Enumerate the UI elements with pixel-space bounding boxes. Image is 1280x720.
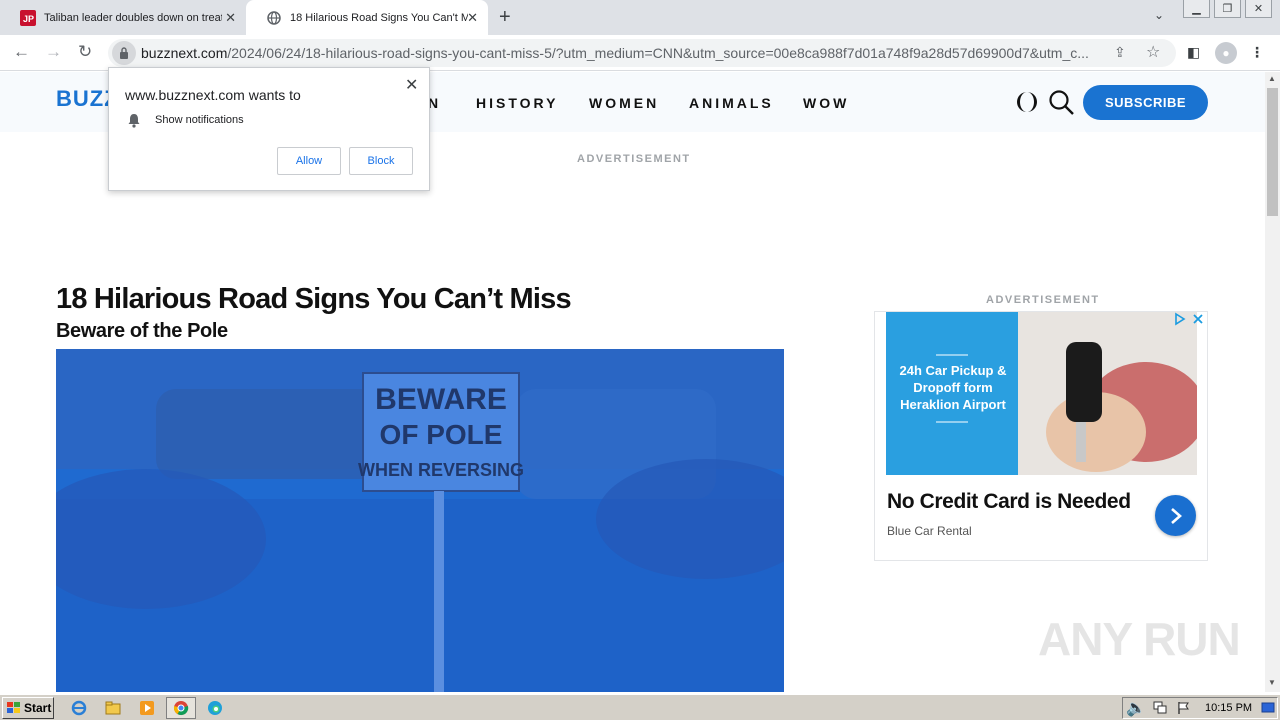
- tab-road-signs[interactable]: 18 Hilarious Road Signs You Can't Miss ✕: [246, 0, 488, 35]
- bell-icon: [127, 113, 141, 133]
- scroll-thumb[interactable]: [1267, 88, 1278, 216]
- dark-mode-toggle-icon[interactable]: [1016, 90, 1038, 119]
- popup-title: www.buzznext.com wants to: [125, 87, 301, 103]
- scroll-up-icon[interactable]: ▲: [1268, 74, 1276, 83]
- nav-link-wow[interactable]: WOW: [803, 95, 849, 111]
- ad-choices[interactable]: [1173, 312, 1207, 326]
- edge-icon[interactable]: [206, 699, 224, 717]
- url-host: buzznext.com: [141, 45, 228, 61]
- show-desktop-icon[interactable]: [1259, 699, 1277, 717]
- new-tab-plus-icon[interactable]: +: [499, 6, 511, 29]
- action-center-flag-icon[interactable]: [1175, 699, 1193, 717]
- sign-line-2: OF POLE: [380, 419, 503, 450]
- block-button[interactable]: Block: [349, 147, 413, 175]
- file-explorer-icon[interactable]: [104, 699, 122, 717]
- ad-sponsor[interactable]: Blue Car Rental: [887, 524, 972, 538]
- reload-icon[interactable]: ↻: [78, 42, 92, 62]
- internet-explorer-icon[interactable]: [70, 699, 88, 717]
- browser-toolbar: ← → ↻ buzznext.com/2024/06/24/18-hilario…: [0, 35, 1280, 71]
- url-path: /2024/06/24/18-hilarious-road-signs-you-…: [227, 45, 1089, 61]
- ad-image-text: 24h Car Pickup & Dropoff form Heraklion …: [899, 363, 1007, 412]
- ad-close-icon[interactable]: [1191, 312, 1205, 326]
- url-text: buzznext.com/2024/06/24/18-hilarious-roa…: [141, 45, 1101, 61]
- jp-favicon-icon: JP: [20, 9, 36, 26]
- side-panel-icon[interactable]: ◧: [1187, 44, 1200, 61]
- anyrun-watermark: ANY RUN: [1038, 613, 1241, 665]
- share-icon[interactable]: ⇪: [1114, 44, 1126, 61]
- taskbar-clock: 10:15 PM: [1205, 702, 1253, 714]
- nav-link-women[interactable]: WOMEN: [589, 95, 659, 111]
- section-heading: Beware of the Pole: [56, 320, 228, 342]
- windows-flag-icon: [7, 702, 20, 713]
- tab-taliban-article[interactable]: JP Taliban leader doubles down on treatm…: [0, 0, 246, 35]
- nav-link-animals[interactable]: ANIMALS: [689, 95, 774, 111]
- back-arrow-icon[interactable]: ←: [13, 42, 30, 62]
- window-controls: ▁ ❐ ✕: [1183, 0, 1272, 18]
- lock-icon[interactable]: [112, 41, 136, 65]
- restore-icon[interactable]: ❐: [1214, 0, 1241, 18]
- close-window-icon[interactable]: ✕: [1245, 0, 1272, 18]
- sidebar-ad[interactable]: 24h Car Pickup & Dropoff form Heraklion …: [874, 311, 1208, 561]
- menu-kebab-icon[interactable]: ⋮: [1250, 44, 1264, 61]
- page-scrollbar[interactable]: ▲ ▼: [1265, 72, 1280, 692]
- globe-icon: [266, 10, 282, 26]
- advertisement-label: ADVERTISEMENT: [577, 153, 691, 165]
- profile-avatar-icon[interactable]: ●: [1215, 42, 1237, 64]
- browser-tab-strip: JP Taliban leader doubles down on treatm…: [0, 0, 1280, 35]
- close-tab-icon[interactable]: ✕: [225, 10, 236, 26]
- bookmark-star-icon[interactable]: ☆: [1146, 42, 1160, 62]
- adchoices-icon[interactable]: [1173, 312, 1187, 326]
- start-button[interactable]: Start: [2, 697, 54, 719]
- media-player-icon[interactable]: [138, 699, 156, 717]
- sign-line-1: BEWARE: [375, 383, 507, 416]
- network-icon[interactable]: [1151, 699, 1169, 717]
- subscribe-button[interactable]: SUBSCRIBE: [1083, 85, 1208, 120]
- article-title: 18 Hilarious Road Signs You Can’t Miss: [56, 283, 572, 315]
- ad-image[interactable]: 24h Car Pickup & Dropoff form Heraklion …: [886, 312, 1197, 475]
- scroll-down-icon[interactable]: ▼: [1268, 678, 1276, 687]
- popup-close-icon[interactable]: ✕: [405, 75, 418, 95]
- tab-title: 18 Hilarious Road Signs You Can't Miss: [290, 11, 468, 24]
- close-tab-icon[interactable]: ✕: [467, 10, 478, 26]
- svg-text:JP: JP: [23, 14, 34, 24]
- nav-link-history[interactable]: HISTORY: [476, 95, 558, 111]
- popup-permission-text: Show notifications: [155, 114, 244, 126]
- volume-icon[interactable]: 🔈: [1126, 699, 1146, 717]
- chrome-taskbar-icon[interactable]: [166, 697, 196, 719]
- ad-arrow-button[interactable]: [1155, 495, 1196, 536]
- minimize-icon[interactable]: ▁: [1183, 0, 1210, 18]
- ad-headline[interactable]: No Credit Card is Needed: [887, 490, 1131, 514]
- tab-search-chevron-icon[interactable]: ⌄: [1154, 8, 1164, 22]
- allow-button[interactable]: Allow: [277, 147, 341, 175]
- tab-title: Taliban leader doubles down on treatment…: [44, 11, 222, 24]
- search-icon[interactable]: [1048, 89, 1076, 122]
- system-tray: 🔈 10:15 PM: [1122, 697, 1278, 719]
- article-hero-image: BEWARE OF POLE WHEN REVERSING: [56, 349, 784, 692]
- address-bar[interactable]: buzznext.com/2024/06/24/18-hilarious-roa…: [108, 39, 1176, 67]
- forward-arrow-icon[interactable]: →: [45, 42, 62, 62]
- advertisement-label: ADVERTISEMENT: [986, 294, 1100, 306]
- start-label: Start: [24, 701, 52, 715]
- windows-taskbar: Start 🔈 10:15 PM: [0, 694, 1280, 720]
- sign-line-3: WHEN REVERSING: [358, 460, 524, 480]
- notification-permission-popup: www.buzznext.com wants to ✕ Show notific…: [108, 67, 430, 191]
